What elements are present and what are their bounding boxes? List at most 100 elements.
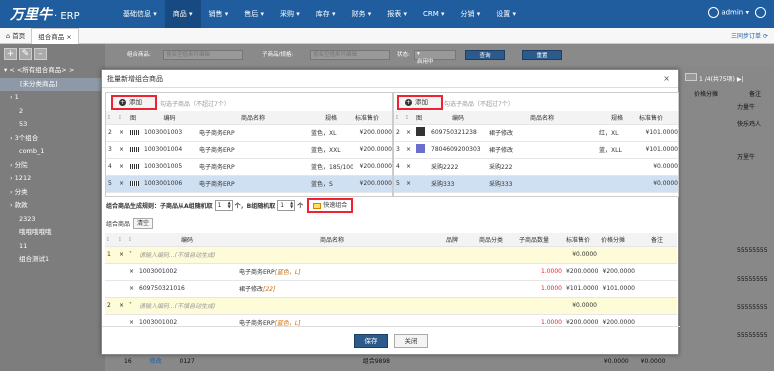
- empty-cell: [105, 263, 117, 281]
- remove-icon[interactable]: ×: [117, 141, 128, 159]
- child-qty[interactable]: 1.0000: [517, 263, 564, 281]
- combo-group-row[interactable]: 2 × ˅ 请输入编码...(不填自动生成) ¥0.0000: [105, 297, 677, 315]
- table-row[interactable]: 5 × 采购333 采购333 ¥0.0000: [394, 175, 678, 193]
- tree-item[interactable]: › 分院: [0, 159, 105, 173]
- menu-item-5[interactable]: 库存 ▾: [308, 0, 344, 28]
- add-group-b-button[interactable]: + 添加: [397, 95, 443, 110]
- edit-category-icon[interactable]: ✎: [19, 48, 32, 60]
- query-button[interactable]: 查询: [465, 50, 505, 60]
- child-share[interactable]: ¥101.0000: [599, 280, 637, 298]
- tree-item[interactable]: 组合测试1: [0, 253, 105, 267]
- tree-item[interactable]: 53: [0, 118, 105, 132]
- remove-icon[interactable]: ×: [404, 124, 414, 142]
- menu-item-10[interactable]: 设置 ▾: [488, 0, 524, 28]
- col-spec: 规格: [309, 111, 353, 125]
- menu-item-1[interactable]: 商品 ▾: [164, 0, 201, 28]
- status-select[interactable]: 启用中 ▾: [414, 50, 456, 65]
- status-value: 启用中: [417, 59, 434, 65]
- combo-code-input[interactable]: 请输入编码...(不填自动生成): [137, 246, 427, 264]
- table-row[interactable]: 4 × 采购2222 采购222 ¥0.0000: [394, 158, 678, 176]
- child-share[interactable]: ¥200.0000: [599, 263, 637, 281]
- tab-close-icon[interactable]: ×: [66, 33, 71, 41]
- page-input[interactable]: [685, 73, 697, 81]
- table-row[interactable]: 3 × 7804609200303 裙子修改 蓝，XLL ¥101.0000: [394, 141, 678, 159]
- combo-child-row[interactable]: × 1003001002 电子商务ERP[蓝色，L] 1.0000 ¥200.0000 ¥…: [105, 263, 677, 281]
- bg-row-edit-link[interactable]: 修改: [150, 358, 162, 365]
- tree-item[interactable]: ▾ < <所有组合商品> >: [0, 64, 105, 78]
- tree-item[interactable]: › 1212: [0, 172, 105, 186]
- child-name-cell: 电子商务ERP[蓝色，L]: [237, 263, 427, 281]
- remove-icon[interactable]: ×: [117, 158, 128, 176]
- remove-icon[interactable]: ×: [117, 124, 128, 142]
- menu-item-4[interactable]: 采购 ▾: [272, 0, 308, 28]
- remark-cell[interactable]: [637, 297, 677, 315]
- tree-item[interactable]: 2: [0, 105, 105, 119]
- child-qty[interactable]: 1.0000: [517, 280, 564, 298]
- power-icon[interactable]: [755, 7, 766, 18]
- remark-cell[interactable]: [637, 280, 677, 298]
- sidebar-toolbar: + ✎ –: [0, 44, 105, 64]
- user-menu[interactable]: admin ▾: [708, 7, 749, 18]
- row-name: 电子商务ERP: [197, 158, 309, 176]
- menu-item-3[interactable]: 售后 ▾: [236, 0, 272, 28]
- child-goods-input[interactable]: [310, 50, 390, 60]
- next-page-icon[interactable]: ▶|: [737, 76, 744, 83]
- menu-item-2[interactable]: 销售 ▾: [201, 0, 237, 28]
- chevron-down-icon[interactable]: ˅: [127, 297, 137, 315]
- remove-icon[interactable]: ×: [127, 280, 137, 298]
- remove-icon[interactable]: ×: [404, 175, 414, 193]
- add-category-icon[interactable]: +: [4, 48, 17, 60]
- clear-button[interactable]: 清空: [133, 218, 154, 229]
- tree-item[interactable]: › 款款: [0, 199, 105, 213]
- row-spec: 蓝，XLL: [597, 141, 637, 159]
- menu-item-6[interactable]: 财务 ▾: [344, 0, 380, 28]
- remove-icon[interactable]: ×: [117, 297, 127, 315]
- remove-icon[interactable]: ×: [127, 263, 137, 281]
- app-logo[interactable]: 万里牛 · ERP: [10, 4, 115, 24]
- tree-item[interactable]: 11: [0, 240, 105, 254]
- combo-code-input[interactable]: 请输入编码...(不填自动生成): [137, 297, 427, 315]
- tab-home[interactable]: ⌂ 首页: [0, 28, 31, 44]
- remove-icon[interactable]: ×: [117, 175, 128, 193]
- tree-item[interactable]: comb_1: [0, 145, 105, 159]
- table-row[interactable]: 4 × 1003001005 电子商务ERP 蓝色，185/100 ¥200.0000: [106, 158, 392, 176]
- remove-icon[interactable]: ×: [117, 246, 127, 264]
- tab-combo-goods[interactable]: 组合商品 ×: [31, 27, 79, 44]
- tree-item[interactable]: 哦哦哦哦哦: [0, 226, 105, 240]
- child-price: ¥101.0000: [564, 280, 599, 298]
- combo-child-row[interactable]: × 609750321016 裙子修改[22] 1.0000 ¥101.0000 ¥101…: [105, 280, 677, 298]
- dialog-close-icon[interactable]: ×: [663, 70, 670, 88]
- group-b-count-stepper[interactable]: 1 ▲ ▼: [277, 200, 296, 211]
- group-a-count-stepper[interactable]: 1 ▲ ▼: [214, 200, 233, 211]
- empty-cell: [117, 263, 127, 281]
- menu-item-8[interactable]: CRM ▾: [415, 0, 453, 28]
- remark-cell[interactable]: [637, 263, 677, 281]
- quick-combine-button[interactable]: 快速组合: [307, 198, 354, 213]
- save-button[interactable]: 保存: [354, 333, 388, 348]
- tree-item[interactable]: › 1: [0, 91, 105, 105]
- table-row[interactable]: 2 × 1003001003 电子商务ERP 蓝色，XL ¥200.0000: [106, 124, 392, 142]
- combo-goods-input[interactable]: [163, 50, 243, 60]
- table-row[interactable]: 3 × 1003001004 电子商务ERP 蓝色，XXL ¥200.0000: [106, 141, 392, 159]
- sync-orders-link[interactable]: 三同步订单 ⟳: [731, 31, 768, 40]
- menu-item-0[interactable]: 基础信息 ▾: [115, 0, 165, 28]
- chevron-down-icon[interactable]: ˅: [127, 246, 137, 264]
- combo-group-row[interactable]: 1 × ˅ 请输入编码...(不填自动生成) ¥0.0000: [105, 246, 677, 264]
- delete-category-icon[interactable]: –: [34, 48, 47, 60]
- menu-item-9[interactable]: 分销 ▾: [453, 0, 489, 28]
- remove-icon[interactable]: ×: [404, 158, 414, 176]
- category-sidebar: + ✎ – ▾ < <所有组合商品> > [未分类商品] › 1 2 53 › 3个组合 c…: [0, 44, 105, 371]
- tree-item[interactable]: [未分类商品]: [0, 77, 105, 91]
- menu-item-7[interactable]: 报表 ▾: [379, 0, 415, 28]
- close-button[interactable]: 关闭: [394, 333, 428, 348]
- remove-icon[interactable]: ×: [404, 141, 414, 159]
- tree-item[interactable]: › 3个组合: [0, 132, 105, 146]
- remark-cell[interactable]: [637, 246, 677, 264]
- table-row[interactable]: 5 × 1003001006 电子商务ERP 蓝色，S ¥200.0000: [106, 175, 392, 193]
- tree-item[interactable]: › 分类: [0, 186, 105, 200]
- logo-suffix: · ERP: [54, 11, 80, 22]
- tree-item[interactable]: 2323: [0, 213, 105, 227]
- table-row[interactable]: 2 × 609750321238 裙子修改 红，XL ¥101.0000: [394, 124, 678, 142]
- add-group-a-button[interactable]: + 添加: [111, 95, 157, 110]
- reset-button[interactable]: 重置: [522, 50, 562, 60]
